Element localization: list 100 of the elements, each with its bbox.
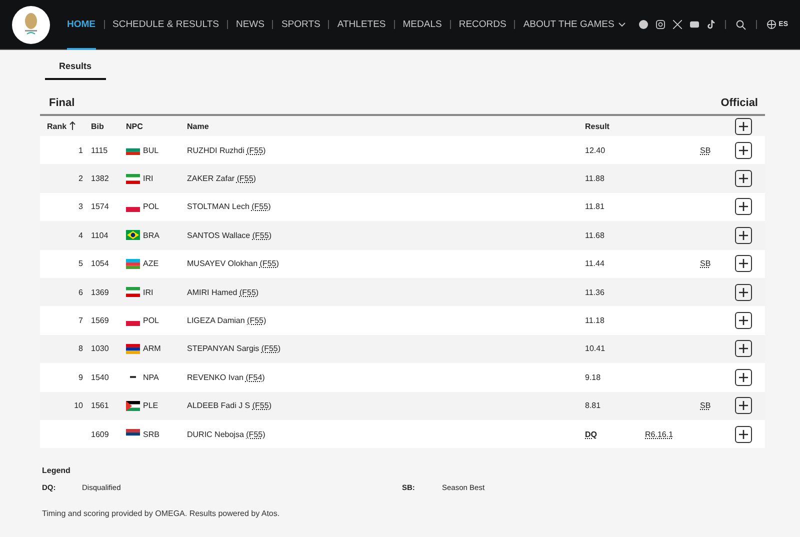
expand-button[interactable]: [735, 198, 752, 216]
rank-cell: 1: [40, 136, 91, 164]
bib-cell: 1115: [91, 136, 126, 164]
npc-cell: SRB: [143, 420, 181, 448]
column-header[interactable]: Rank: [40, 116, 91, 136]
rank-cell: 5: [40, 250, 91, 278]
expand-button[interactable]: [735, 284, 752, 301]
tiktok-icon[interactable]: [706, 20, 715, 29]
plus-icon: [739, 122, 748, 130]
result-cell: 11.44: [585, 259, 604, 268]
nav-link[interactable]: SCHEDULE & RESULTS: [112, 0, 219, 50]
nav-link[interactable]: NEWS: [236, 0, 264, 50]
class-code: (F55): [252, 230, 272, 240]
globe-icon[interactable]: [766, 20, 776, 29]
results-tab[interactable]: Results: [45, 61, 106, 80]
x-icon[interactable]: [672, 20, 682, 29]
class-code: (F55): [236, 174, 256, 184]
rank-cell: 7: [40, 306, 91, 335]
logo-icon[interactable]: [12, 6, 50, 44]
athlete-name[interactable]: SANTOS Wallace: [187, 230, 250, 240]
nav-link[interactable]: ATHLETES: [337, 0, 386, 50]
sort-arrow-icon[interactable]: [68, 121, 76, 130]
result-cell: 11.68: [585, 230, 604, 240]
rule-reference: R6.16.1: [645, 430, 674, 439]
rank-cell: 9: [40, 363, 91, 392]
legend-title: Legend: [42, 466, 72, 476]
bib-cell: 1574: [91, 192, 126, 222]
class-code: (F55): [260, 259, 279, 268]
plus-icon: [739, 430, 748, 439]
athlete-name[interactable]: STOLTMAN Lech: [187, 202, 250, 212]
result-cell: 12.40: [585, 146, 606, 155]
expand-button[interactable]: [735, 255, 752, 272]
plus-icon: [739, 230, 748, 240]
npc-cell: POL: [143, 192, 181, 222]
plus-icon: [739, 174, 748, 184]
class-code: (F55): [247, 316, 266, 326]
result-cell: 9.18: [585, 372, 601, 382]
expand-button[interactable]: [735, 226, 752, 244]
result-cell: 8.81: [585, 401, 601, 410]
class-code: (F55): [246, 430, 266, 439]
plus-icon: [739, 288, 748, 297]
record-label: SB: [700, 259, 711, 268]
athlete-name[interactable]: RUZHDI Ruzhdi: [187, 146, 244, 155]
nav-link[interactable]: HOME: [67, 0, 96, 50]
bib-cell: 1540: [91, 363, 126, 392]
youtube-icon[interactable]: [690, 21, 699, 28]
npc-cell: NPA: [143, 363, 181, 392]
bib-cell: 1569: [91, 306, 126, 335]
facebook-icon[interactable]: [638, 20, 648, 29]
result-cell: 11.88: [585, 174, 604, 184]
result-cell: DQ: [585, 430, 597, 439]
column-header: Result: [585, 120, 610, 132]
class-code: (F54): [246, 372, 265, 382]
expand-button[interactable]: [735, 340, 752, 358]
result-cell: 11.81: [585, 202, 604, 212]
class-code: (F55): [246, 146, 266, 155]
athlete-name[interactable]: DURIC Nebojsa: [187, 430, 244, 439]
npc-cell: AZE: [143, 250, 181, 278]
class-code: (F55): [261, 344, 281, 354]
result-cell: 10.41: [585, 344, 606, 354]
rank-cell: 3: [40, 192, 91, 222]
athlete-name[interactable]: REVENKO Ivan: [187, 372, 244, 382]
nav-link[interactable]: MEDALS: [402, 0, 442, 50]
status-label: Official: [720, 97, 758, 109]
expand-button[interactable]: [735, 170, 752, 188]
athlete-name[interactable]: ALDEEB Fadi J S: [187, 401, 250, 410]
athlete-name[interactable]: MUSAYEV Olokhan: [187, 259, 258, 268]
record-label: SB: [700, 146, 711, 155]
plus-icon: [739, 146, 748, 155]
column-header: Bib: [91, 120, 105, 132]
class-code: (F55): [239, 288, 259, 297]
event-title: Final: [49, 97, 75, 109]
search-icon[interactable]: [736, 20, 746, 30]
expand-button[interactable]: [735, 426, 752, 443]
column-header: NPC: [126, 120, 144, 132]
nav-link[interactable]: RECORDS: [458, 0, 506, 50]
nav-link[interactable]: SPORTS: [281, 0, 320, 50]
plus-icon: [739, 401, 748, 410]
record-label: SB: [700, 401, 711, 410]
result-cell: 11.36: [585, 288, 604, 297]
plus-icon: [739, 259, 748, 268]
nav-link[interactable]: ABOUT THE GAMES: [523, 0, 626, 50]
athlete-name[interactable]: ZAKER Zafar: [187, 174, 235, 184]
npc-cell: POL: [143, 306, 181, 335]
plus-icon: [739, 344, 748, 354]
expand-button[interactable]: [735, 312, 752, 330]
expand-button[interactable]: [735, 142, 752, 159]
bib-cell: 1609: [91, 420, 126, 448]
class-code: (F55): [252, 401, 272, 410]
athlete-name[interactable]: AMIRI Hamed: [187, 288, 238, 297]
athlete-name[interactable]: LIGEZA Damian: [187, 316, 245, 326]
athlete-name[interactable]: STEPANYAN Sargis: [187, 344, 260, 354]
npc-cell: BUL: [143, 136, 181, 164]
expand-button[interactable]: [735, 397, 752, 414]
expand-button[interactable]: [735, 368, 752, 386]
expand-all-button[interactable]: [735, 118, 752, 134]
instagram-icon[interactable]: [656, 20, 665, 29]
bib-cell: 1054: [91, 250, 126, 278]
column-header: Name: [186, 120, 210, 132]
plus-icon: [739, 316, 748, 326]
